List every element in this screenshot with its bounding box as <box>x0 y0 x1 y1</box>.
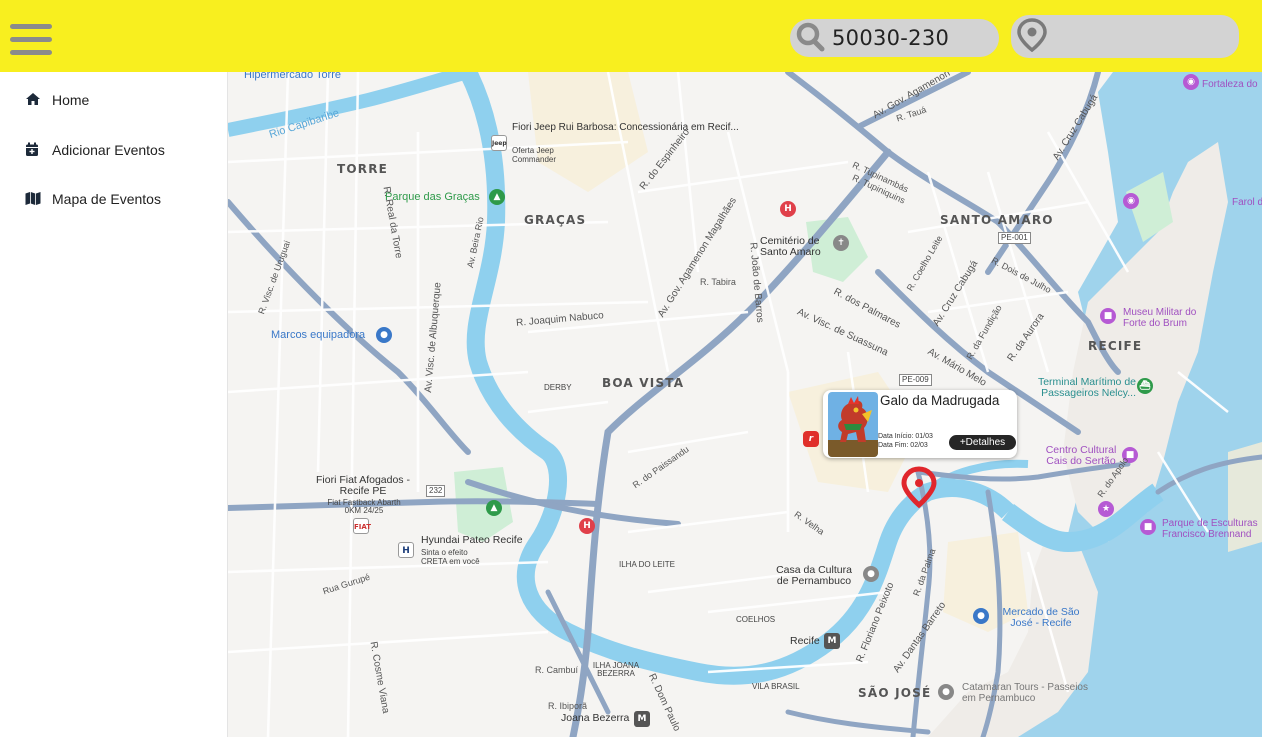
place-terminal: Terminal Marítimo de Passageiros Nelcy..… <box>1037 376 1136 399</box>
place-casa-cultura: Casa da Cultura de Pernambuco <box>776 564 852 587</box>
district-ilha-do-leite: ILHA DO LEITE <box>619 560 676 569</box>
metro-icon-2[interactable]: M <box>634 711 650 727</box>
cep-search-input[interactable] <box>832 23 992 53</box>
event-popup[interactable]: Galo da Madrugada Data Início: 01/03 Dat… <box>823 390 1017 458</box>
district-sao-jose: SÃO JOSÉ <box>858 686 932 700</box>
district-gracas: GRAÇAS <box>524 213 587 227</box>
road-sign-pe009: PE-009 <box>899 374 932 386</box>
cep-search-box[interactable] <box>790 19 999 57</box>
hospital-icon[interactable]: H <box>780 201 796 217</box>
landmark-icon[interactable]: ● <box>863 566 879 582</box>
hamburger-menu-icon <box>10 24 52 29</box>
store-icon[interactable]: r <box>803 431 819 447</box>
boat-icon[interactable]: ● <box>938 684 954 700</box>
place-fortaleza: Fortaleza do <box>1202 79 1258 90</box>
search-icon <box>796 22 825 52</box>
street-tabira: R. Tabira <box>700 277 736 287</box>
district-coelhos: COELHOS <box>736 615 776 624</box>
place-hyundai-sub2: CRETA em você <box>421 557 480 566</box>
sidebar-item-adicionar-eventos[interactable]: Adicionar Eventos <box>0 134 228 166</box>
sidebar-item-label: Mapa de Eventos <box>52 191 161 207</box>
map-icon <box>25 192 41 205</box>
place-parque-gracas: Parque das Graças <box>385 191 480 203</box>
galo-rooster-image <box>828 392 878 457</box>
metro-icon[interactable]: M <box>824 633 840 649</box>
place-recife-station: Recife <box>790 635 820 647</box>
event-end-date: Data Fim: 02/03 <box>878 442 928 449</box>
district-torre: TORRE <box>337 162 389 176</box>
place-marcos: Marcos equipadora <box>271 329 366 341</box>
jeep-icon[interactable]: Jeep <box>491 135 507 151</box>
shop-icon[interactable]: ● <box>376 327 392 343</box>
road-sign-pe001: PE-001 <box>998 232 1031 244</box>
place-hyundai-sub1: Sinta o efeito <box>421 548 468 557</box>
sidebar-item-label: Adicionar Eventos <box>52 142 165 158</box>
sidebar-item-mapa-de-eventos[interactable]: Mapa de Eventos <box>0 183 228 215</box>
ferry-icon[interactable]: ⛴ <box>1137 378 1153 394</box>
fiat-icon[interactable]: FIAT <box>353 518 371 534</box>
start-date-label: Data Início: <box>878 433 914 440</box>
museum-icon[interactable]: ■ <box>1100 308 1116 324</box>
place-fiori-jeep-sub2: Commander <box>512 155 557 164</box>
sidebar-item-home[interactable]: Home <box>0 84 228 116</box>
street-cambui: R. Cambuí <box>535 665 579 675</box>
place-catamaran: Catamaran Tours - Passeios em Pernambuco <box>962 682 1088 704</box>
place-museu: Museu Militar do Forte do Brum <box>1123 307 1197 329</box>
place-cemiterio: Cemitério de Santo Amaro <box>760 235 821 258</box>
sidebar-item-label: Home <box>52 92 90 108</box>
place-centro-cultural: Centro Cultural Cais do Sertão <box>1045 444 1117 467</box>
place-mercado: Mercado de São José - Recife <box>1002 606 1080 629</box>
place-parque-escultura: Parque de Esculturas Francisco Brennand <box>1162 518 1258 540</box>
event-thumbnail <box>828 392 878 457</box>
home-icon <box>26 93 40 105</box>
start-date-value: 01/03 <box>915 433 933 440</box>
street-ibipora: R. Ibiporã <box>548 701 588 711</box>
attraction-icon[interactable]: ★ <box>1098 501 1114 517</box>
hospital-icon-2[interactable]: H <box>579 518 595 534</box>
top-bar <box>0 0 1262 72</box>
park-icon[interactable]: ▲ <box>489 189 505 205</box>
details-button[interactable]: +Detalhes <box>949 435 1016 450</box>
hyundai-icon[interactable]: H <box>398 542 414 558</box>
park-icon-2[interactable]: ▲ <box>486 500 502 516</box>
sidebar: Home Adicionar Eventos Mapa de Eventos <box>0 72 228 737</box>
district-ilha-joana-bezerra: ILHA JOANA BEZERRA <box>592 661 640 678</box>
place-fiori-fiat: Fiori Fiat Afogados - Recife PE <box>316 474 410 497</box>
end-date-value: 02/03 <box>910 442 928 449</box>
hamburger-menu-button[interactable] <box>10 24 52 62</box>
cemetery-icon[interactable]: ✝ <box>833 235 849 251</box>
sculpture-icon[interactable]: ■ <box>1140 519 1156 535</box>
event-start-date: Data Início: 01/03 <box>878 433 933 440</box>
fortaleza-icon[interactable]: ◉ <box>1183 74 1199 90</box>
end-date-label: Data Fim: <box>878 442 909 449</box>
place-farol: Farol d <box>1232 197 1262 208</box>
hamburger-line <box>10 50 52 55</box>
road-sign-232: 232 <box>426 485 446 497</box>
district-recife: RECIFE <box>1088 339 1143 353</box>
place-joana-bezerra: Joana Bezerra <box>561 712 630 724</box>
place-fiori-fiat-sub: Fiat Fastback Abarth 0KM 24/25 <box>327 498 401 515</box>
event-title: Galo da Madrugada <box>880 393 1000 408</box>
event-map-pin-icon[interactable] <box>900 465 938 509</box>
market-icon[interactable]: ● <box>973 608 989 624</box>
district-santo-amaro: SANTO AMARO <box>940 213 1054 227</box>
place-hyundai: Hyundai Pateo Recife <box>421 534 523 546</box>
map-view[interactable]: TORRE GRAÇAS SANTO AMARO RECIFE BOA VIST… <box>228 72 1262 737</box>
camera-icon[interactable]: ◉ <box>1123 193 1139 209</box>
calendar-add-icon <box>26 142 38 156</box>
place-fiori-jeep: Fiori Jeep Rui Barbosa: Concessionária e… <box>512 122 739 133</box>
map-pin-icon <box>1017 18 1047 52</box>
location-button[interactable] <box>1011 15 1239 58</box>
district-derby: DERBY <box>544 383 572 392</box>
hamburger-line <box>10 37 52 42</box>
district-vila-brasil: VILA BRASIL <box>752 682 800 691</box>
district-boa-vista: BOA VISTA <box>602 376 685 390</box>
place-hipermercado: Hipermercado Torre <box>244 72 342 81</box>
place-fiori-jeep-sub1: Oferta Jeep <box>512 146 554 155</box>
